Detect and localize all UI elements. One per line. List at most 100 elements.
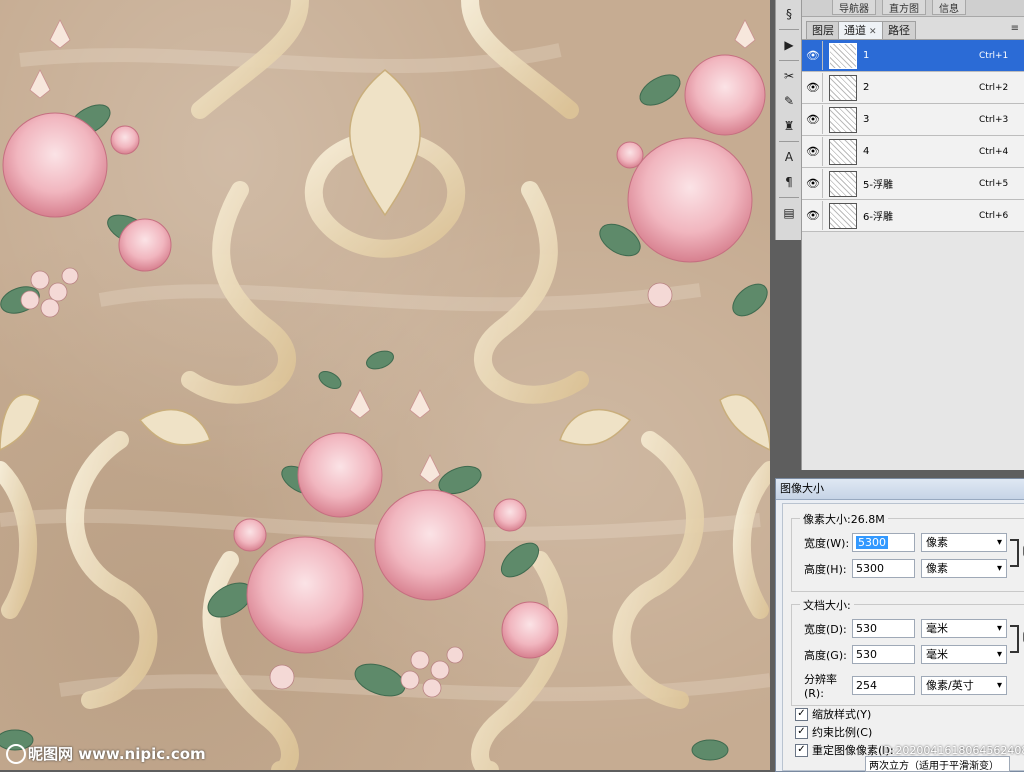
watermark-site: 昵图网 www.nipic.com [28,744,206,763]
tab-label: 图层 [812,24,834,37]
divider [779,60,799,61]
checkbox-check-icon[interactable]: ✓ [795,707,808,721]
channel-shortcut: Ctrl+2 [979,82,1009,93]
checkbox-check-icon[interactable]: ✓ [795,725,808,739]
watermark-logo: 昵图网 www.nipic.com [6,743,206,764]
tab-histogram[interactable]: 直方图 [882,0,926,15]
channel-name: 6-浮雕 [863,212,893,223]
channel-thumbnail [829,170,857,197]
watermark-id: ID:20200416180645624083 [880,744,1024,757]
channel-shortcut: Ctrl+1 [979,50,1009,61]
tab-navigator[interactable]: 导航器 [832,0,876,15]
resolution-label: 分辨率(R): [804,673,837,700]
channel-shortcut: Ctrl+5 [979,178,1009,189]
channel-name: 2 [863,82,870,93]
channel-row[interactable]: 👁 6-浮雕 Ctrl+6 [802,200,1024,232]
eye-icon[interactable]: 👁 [804,73,823,102]
panel-dock-toolstrip: § ▶ ✂ ✎ ♜ A ¶ ▤ [775,0,803,240]
close-icon[interactable]: ✕ [869,27,877,37]
channel-row[interactable]: 👁 3 Ctrl+3 [802,104,1024,136]
doc-width-input[interactable]: 530 [852,619,915,638]
history-brush-icon[interactable]: § [778,3,800,25]
constrain-proportions-label: 约束比例(C) [812,726,873,739]
channel-row[interactable]: 👁 2 Ctrl+2 [802,72,1024,104]
constrain-bracket [1010,625,1019,653]
pixel-height-input[interactable]: 5300 [852,559,915,578]
channel-name: 1 [863,50,870,61]
eye-icon[interactable]: 👁 [804,137,823,166]
resolution-unit-select[interactable]: 像素/英寸 [921,676,1007,695]
channels-panel: 导航器 直方图 信息 图层 通道 ✕ 路径 ≡ 👁 1 Ctrl+1 👁 2 Ct… [801,0,1024,470]
resolution-row: 分辨率(R): 254 像素/英寸 [804,671,1007,700]
collapsed-panel-group: 导航器 直方图 信息 [802,0,1024,17]
doc-width-label: 宽度(D): [804,622,847,636]
pixel-width-label: 宽度(W): [804,536,850,550]
paragraph-icon[interactable]: ¶ [778,171,800,193]
pixel-height-row: 高度(H): 5300 像素 [804,559,1007,578]
document-size-title: 文档大小: [800,597,854,613]
pixel-height-unit-select[interactable]: 像素 [921,559,1007,578]
pixel-width-row: 宽度(W): 5300 像素 [804,533,1007,552]
divider [779,29,799,30]
tab-layers[interactable]: 图层 [806,21,840,39]
pixel-dimensions-group: 像素大小:26.8M 宽度(W): 5300 像素 高度(H): 5300 像素 [791,511,1024,592]
doc-width-unit-select[interactable]: 毫米 [921,619,1007,638]
play-icon[interactable]: ▶ [778,34,800,56]
tab-channels[interactable]: 通道 ✕ [838,21,883,39]
channel-thumbnail [829,202,857,229]
channel-list: 👁 1 Ctrl+1 👁 2 Ctrl+2 👁 3 Ctrl+3 👁 4 Ctr… [802,40,1024,232]
document-canvas[interactable]: 昵图网 www.nipic.com [0,0,770,770]
tab-info[interactable]: 信息 [932,0,966,15]
channel-thumbnail [829,42,857,69]
pixel-height-label: 高度(H): [804,562,847,576]
channel-shortcut: Ctrl+3 [979,114,1009,125]
channel-row[interactable]: 👁 5-浮雕 Ctrl+5 [802,168,1024,200]
divider [779,141,799,142]
scale-styles-checkbox[interactable]: ✓ 缩放样式(Y) [795,706,871,722]
image-size-dialog: 图像大小 像素大小:26.8M 宽度(W): 5300 像素 高度(H): 53… [775,478,1024,772]
panel-menu-icon[interactable]: ≡ [1011,23,1019,34]
constrain-bracket [1010,539,1019,567]
channel-thumbnail [829,138,857,165]
doc-height-label: 高度(G): [804,648,847,662]
document-size-group: 文档大小: 宽度(D): 530 毫米 高度(G): 530 毫米 分辨率(R)… [791,597,1024,706]
layer-comps-icon[interactable]: ▤ [778,202,800,224]
nipic-logo-icon [6,744,26,764]
resolution-input[interactable]: 254 [852,676,915,695]
pixel-width-unit-select[interactable]: 像素 [921,533,1007,552]
dialog-title[interactable]: 图像大小 [776,479,1024,500]
doc-height-row: 高度(G): 530 毫米 [804,645,1007,664]
constrain-proportions-checkbox[interactable]: ✓ 约束比例(C) [795,724,872,740]
doc-height-input[interactable]: 530 [852,645,915,664]
scale-styles-label: 缩放样式(Y) [812,708,872,721]
channel-row[interactable]: 👁 4 Ctrl+4 [802,136,1024,168]
brush-icon[interactable]: ✎ [778,90,800,112]
divider [779,197,799,198]
pixel-width-input[interactable]: 5300 [852,533,915,552]
panel-tabs: 图层 通道 ✕ 路径 ≡ [802,17,1024,40]
eye-icon[interactable]: 👁 [804,169,823,198]
pixel-dimensions-title: 像素大小:26.8M [800,511,888,527]
tab-label: 路径 [888,24,910,37]
pixel-width-value: 5300 [856,536,888,549]
eye-icon[interactable]: 👁 [804,201,823,230]
tab-paths[interactable]: 路径 [882,21,916,39]
doc-height-unit-select[interactable]: 毫米 [921,645,1007,664]
channel-row[interactable]: 👁 1 Ctrl+1 [802,40,1024,72]
stamp-icon[interactable]: ♜ [778,115,800,137]
tab-label: 通道 [844,24,866,37]
eye-icon[interactable]: 👁 [804,41,823,70]
wallpaper-artwork [0,0,770,770]
channel-thumbnail [829,74,857,101]
eye-icon[interactable]: 👁 [804,105,823,134]
channel-name: 3 [863,114,870,125]
doc-width-row: 宽度(D): 530 毫米 [804,619,1007,638]
channel-shortcut: Ctrl+6 [979,210,1009,221]
tools-icon[interactable]: ✂ [778,65,800,87]
channel-shortcut: Ctrl+4 [979,146,1009,157]
type-icon[interactable]: A [778,146,800,168]
checkbox-check-icon[interactable]: ✓ [795,743,808,757]
channel-name: 5-浮雕 [863,180,893,191]
dialog-body: 像素大小:26.8M 宽度(W): 5300 像素 高度(H): 5300 像素… [782,503,1024,772]
channel-name: 4 [863,146,870,157]
